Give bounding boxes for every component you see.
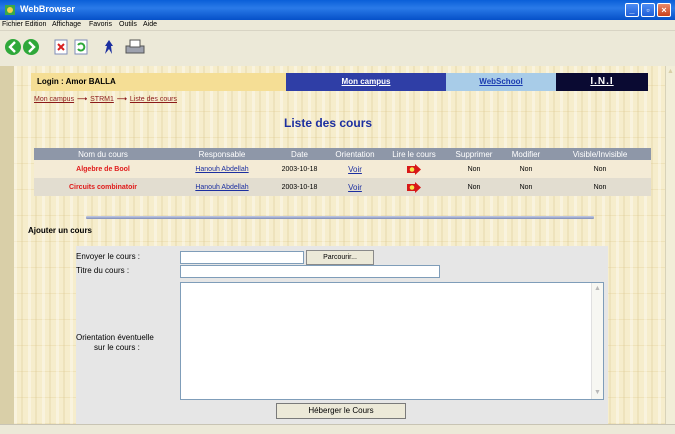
- voir-link[interactable]: Voir: [348, 165, 362, 174]
- table-row: Algebre de Bool Hanouh Abdellah 2003-10-…: [34, 160, 651, 178]
- title-bar: WebBrowser _ ▫ ×: [0, 0, 675, 20]
- textarea-scrollbar[interactable]: ▲ ▼: [591, 283, 603, 399]
- add-course-title: Ajouter un cours: [28, 226, 93, 235]
- course-name: Algebre de Bool: [34, 160, 172, 178]
- menu-aide[interactable]: Aide: [143, 21, 157, 28]
- read-course-icon[interactable]: [406, 181, 422, 193]
- maximize-button[interactable]: ▫: [641, 3, 655, 17]
- column-header-visible: Visible/Invisible: [549, 148, 651, 160]
- course-date: 2003-10-18: [272, 160, 327, 178]
- column-header-supprimer: Supprimer: [445, 148, 503, 160]
- app-icon: [5, 5, 15, 15]
- nav-mon-campus: Mon campus: [286, 73, 446, 91]
- breadcrumb-arrow-icon: ⟶: [116, 96, 127, 103]
- top-navigation: Login : Amor BALLA Mon campus WebSchool …: [31, 73, 648, 91]
- table-row: Circuits combinatoir Hanouh Abdellah 200…: [34, 178, 651, 196]
- file-path-input[interactable]: [180, 251, 304, 264]
- table-header-row: Nom du cours Responsable Date Orientatio…: [34, 148, 651, 160]
- scroll-up-icon[interactable]: ▲: [667, 68, 674, 75]
- responsable-link[interactable]: Hanouh Abdellah: [195, 184, 248, 191]
- submit-course-button[interactable]: Héberger le Cours: [276, 403, 406, 419]
- stop-icon[interactable]: [52, 38, 70, 56]
- course-orientation: Voir: [327, 160, 383, 178]
- add-course-form: Envoyer le cours : Parcourir... Titre du…: [76, 246, 608, 424]
- toolbar: [0, 31, 675, 65]
- course-modifier: Non: [503, 178, 549, 196]
- column-header-responsable: Responsable: [172, 148, 272, 160]
- minimize-button[interactable]: _: [625, 3, 639, 17]
- course-modifier: Non: [503, 160, 549, 178]
- scroll-down-icon[interactable]: ▼: [594, 389, 601, 396]
- nav-ini: I.N.I: [556, 73, 648, 91]
- scroll-up-icon[interactable]: ▲: [594, 285, 601, 292]
- course-orientation: Voir: [327, 178, 383, 196]
- breadcrumb: Mon campus ⟶ STRM1 ⟶ Liste des cours: [34, 95, 177, 103]
- print-icon[interactable]: [124, 38, 146, 56]
- page-title: Liste des cours: [284, 116, 373, 130]
- course-visible: Non: [549, 160, 651, 178]
- orientation-textarea[interactable]: ▲ ▼: [180, 282, 604, 400]
- courses-table: Nom du cours Responsable Date Orientatio…: [34, 148, 651, 196]
- column-header-nom: Nom du cours: [34, 148, 172, 160]
- menu-affichage[interactable]: Affichage: [52, 21, 81, 28]
- course-title-label: Titre du cours :: [76, 266, 130, 275]
- close-button[interactable]: ×: [657, 3, 671, 17]
- menu-edition[interactable]: Edition: [25, 21, 46, 28]
- course-visible: Non: [549, 178, 651, 196]
- nav-mon-campus-link[interactable]: Mon campus: [342, 77, 391, 86]
- forward-icon[interactable]: [22, 38, 40, 56]
- nav-ini-link[interactable]: I.N.I: [590, 76, 613, 87]
- course-supprimer: Non: [445, 178, 503, 196]
- home-icon[interactable]: [100, 38, 118, 56]
- login-label: Login : Amor BALLA: [31, 73, 286, 91]
- course-name: Circuits combinatoir: [34, 178, 172, 196]
- page-content: Login : Amor BALLA Mon campus WebSchool …: [14, 66, 665, 424]
- nav-webschool-link[interactable]: WebSchool: [479, 77, 522, 86]
- responsable-link[interactable]: Hanouh Abdellah: [195, 166, 248, 173]
- orientation-label-line2: sur le cours :: [94, 343, 140, 352]
- page-scrollbar[interactable]: ▲: [665, 66, 675, 424]
- menu-bar: Fichier Edition Affichage Favoris Outils…: [0, 20, 675, 31]
- status-bar: [0, 424, 675, 434]
- breadcrumb-arrow-icon: ⟶: [77, 96, 88, 103]
- course-title-input[interactable]: [180, 265, 440, 278]
- breadcrumb-mon-campus[interactable]: Mon campus: [34, 96, 74, 103]
- course-responsable: Hanouh Abdellah: [172, 178, 272, 196]
- section-divider: [86, 216, 594, 219]
- nav-webschool: WebSchool: [446, 73, 556, 91]
- orientation-label-line1: Orientation éventuelle: [76, 333, 154, 342]
- page-left-margin: [0, 66, 14, 424]
- read-course-icon[interactable]: [406, 163, 422, 175]
- course-read: [383, 178, 445, 196]
- course-supprimer: Non: [445, 160, 503, 178]
- course-responsable: Hanouh Abdellah: [172, 160, 272, 178]
- window-title: WebBrowser: [20, 4, 75, 14]
- breadcrumb-liste-des-cours[interactable]: Liste des cours: [130, 96, 177, 103]
- course-date: 2003-10-18: [272, 178, 327, 196]
- column-header-date: Date: [272, 148, 327, 160]
- column-header-lire: Lire le cours: [383, 148, 445, 160]
- voir-link[interactable]: Voir: [348, 183, 362, 192]
- menu-outils[interactable]: Outils: [119, 21, 137, 28]
- send-course-label: Envoyer le cours :: [76, 252, 141, 261]
- menu-fichier[interactable]: Fichier: [2, 21, 23, 28]
- back-icon[interactable]: [4, 38, 22, 56]
- menu-favoris[interactable]: Favoris: [89, 21, 112, 28]
- column-header-modifier: Modifier: [503, 148, 549, 160]
- breadcrumb-strm1[interactable]: STRM1: [90, 96, 114, 103]
- column-header-orientation: Orientation: [327, 148, 383, 160]
- course-read: [383, 160, 445, 178]
- refresh-icon[interactable]: [72, 38, 90, 56]
- browse-button[interactable]: Parcourir...: [306, 250, 374, 265]
